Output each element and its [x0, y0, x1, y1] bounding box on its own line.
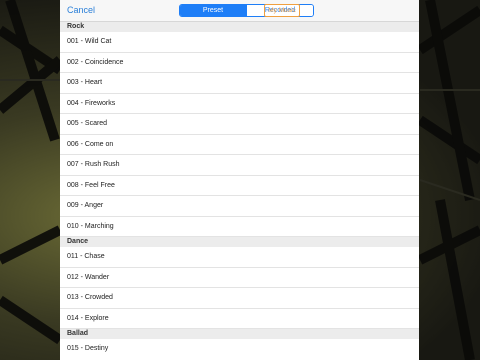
list-item[interactable]: 013 - Crowded [60, 288, 419, 309]
section-header-ballad: Ballad [60, 329, 419, 339]
cancel-button[interactable]: Cancel [67, 5, 95, 15]
list-item[interactable]: 007 - Rush Rush [60, 155, 419, 176]
song-picker-panel: Cancel Preset Recorded My Music Rock 001… [60, 0, 419, 360]
list-item[interactable]: 005 - Scared [60, 114, 419, 135]
list-item[interactable]: 003 - Heart [60, 73, 419, 94]
list-item[interactable]: 008 - Feel Free [60, 175, 419, 196]
list-item[interactable]: 010 - Marching [60, 216, 419, 237]
list-item[interactable]: 015 - Destiny [60, 339, 419, 360]
list-item[interactable]: 006 - Come on [60, 134, 419, 155]
song-list: Rock 001 - Wild Cat 002 - Coincidence 00… [60, 22, 419, 360]
my-music-button[interactable]: My Music [264, 4, 300, 17]
navigation-bar: Cancel Preset Recorded My Music [60, 0, 419, 22]
list-item[interactable]: 004 - Fireworks [60, 93, 419, 114]
list-item[interactable]: 009 - Anger [60, 196, 419, 217]
section-header-rock: Rock [60, 22, 419, 32]
list-item[interactable]: 012 - Wander [60, 267, 419, 288]
list-item[interactable]: 014 - Explore [60, 308, 419, 329]
section-header-dance: Dance [60, 237, 419, 247]
list-item[interactable]: 002 - Coincidence [60, 52, 419, 73]
list-item[interactable]: 001 - Wild Cat [60, 32, 419, 53]
list-item[interactable]: 011 - Chase [60, 247, 419, 268]
tab-preset[interactable]: Preset [180, 5, 246, 16]
